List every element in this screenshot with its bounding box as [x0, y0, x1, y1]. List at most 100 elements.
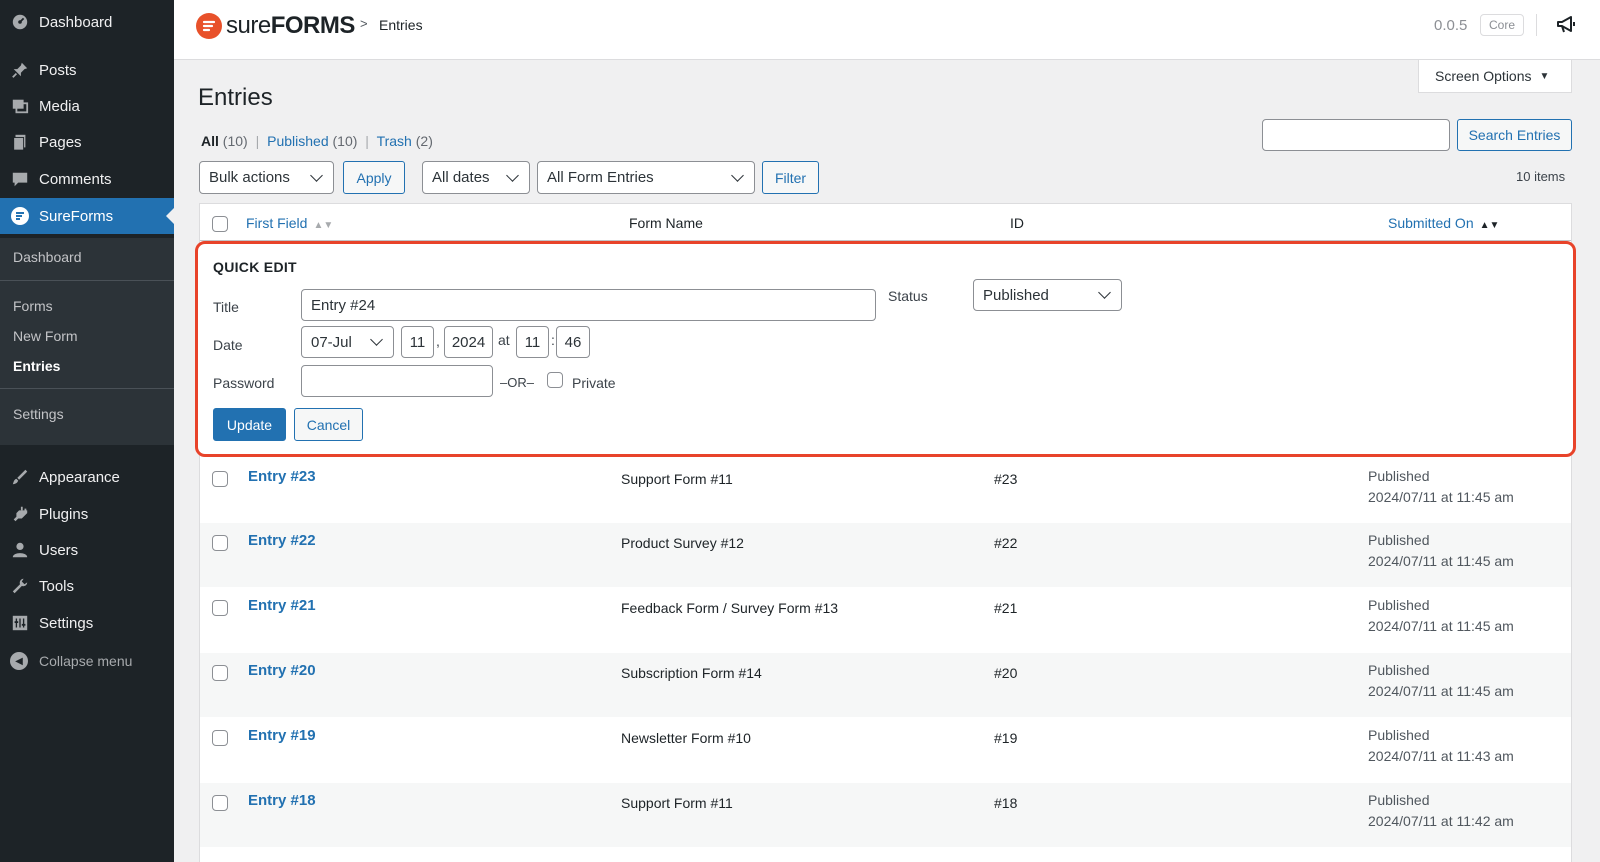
row-checkbox[interactable] — [212, 795, 228, 811]
media-icon — [10, 96, 30, 116]
menu-label: Comments — [39, 170, 112, 188]
sureforms-logo-icon — [196, 13, 222, 39]
submenu-dashboard[interactable]: Dashboard — [13, 249, 82, 265]
wrench-icon — [10, 576, 30, 596]
menu-label: Dashboard — [39, 13, 113, 31]
month-select[interactable]: 07-Jul — [301, 326, 394, 358]
plug-icon — [10, 504, 30, 524]
quick-edit-heading: QUICK EDIT — [213, 259, 297, 275]
entry-title-link[interactable]: Entry #18 — [248, 792, 316, 809]
submenu-settings[interactable]: Settings — [13, 406, 64, 422]
dates-select[interactable]: All dates — [422, 161, 530, 194]
password-label: Password — [213, 375, 275, 391]
time-colon: : — [551, 332, 555, 348]
year-input[interactable]: 2024 — [444, 326, 493, 358]
screen-options-label: Screen Options — [1435, 68, 1532, 84]
menu-label: Pages — [39, 133, 82, 151]
row-checkbox[interactable] — [212, 471, 228, 487]
menu-item-users[interactable]: Users — [0, 532, 174, 568]
sureforms-logo[interactable]: sureFORMS — [196, 12, 355, 40]
menu-item-dashboard[interactable]: Dashboard — [0, 4, 174, 40]
table-row: Entry #18 Support Form #11 #18 Published… — [200, 783, 1571, 847]
menu-item-plugins[interactable]: Plugins — [0, 496, 174, 532]
search-entries-button[interactable]: Search Entries — [1457, 119, 1572, 151]
row-checkbox[interactable] — [212, 730, 228, 746]
breadcrumb-current: Entries — [379, 17, 423, 33]
column-submitted-on[interactable]: Submitted On ▲▼ — [1388, 215, 1499, 231]
row-checkbox[interactable] — [212, 535, 228, 551]
menu-item-settings[interactable]: Settings — [0, 605, 174, 641]
collapse-icon: ◀ — [10, 652, 28, 670]
dates-value: All dates — [432, 169, 490, 186]
date-cell: 2024/07/11 at 11:42 am — [1368, 813, 1514, 829]
menu-label: Users — [39, 541, 79, 559]
pages-icon — [10, 132, 30, 152]
hour-input[interactable]: 11 — [516, 326, 549, 358]
megaphone-icon[interactable] — [1556, 15, 1578, 38]
row-checkbox[interactable] — [212, 600, 228, 616]
table-row: Entry #21 Feedback Form / Survey Form #1… — [200, 588, 1571, 652]
view-all[interactable]: All — [201, 133, 219, 149]
menu-item-appearance[interactable]: Appearance — [0, 459, 174, 495]
menu-item-sureforms[interactable]: SureForms — [0, 198, 174, 234]
status-cell: Published — [1368, 532, 1430, 548]
menu-item-pages[interactable]: Pages — [0, 124, 174, 160]
screen-options-button[interactable]: Screen Options ▼ — [1418, 60, 1572, 93]
entry-title-link[interactable]: Entry #19 — [248, 727, 316, 744]
title-input[interactable]: Entry #24 — [301, 289, 876, 321]
entry-title-link[interactable]: Entry #22 — [248, 532, 316, 549]
bulk-actions-select[interactable]: Bulk actions — [199, 161, 334, 194]
submenu-new-form[interactable]: New Form — [13, 328, 78, 344]
minute-input[interactable]: 46 — [556, 326, 590, 358]
form-name-cell: Product Survey #12 — [621, 535, 744, 551]
form-filter-select[interactable]: All Form Entries — [537, 161, 755, 194]
or-separator: –OR– — [500, 375, 534, 390]
column-id: ID — [1010, 215, 1024, 231]
status-value: Published — [983, 286, 1049, 304]
sureforms-icon — [10, 206, 30, 226]
status-select[interactable]: Published — [973, 279, 1122, 311]
filter-button[interactable]: Filter — [762, 161, 819, 194]
form-name-cell: Support Form #11 — [621, 795, 733, 811]
view-trash[interactable]: Trash — [377, 133, 412, 149]
cancel-button[interactable]: Cancel — [294, 408, 363, 441]
form-filter-value: All Form Entries — [547, 169, 654, 186]
search-input[interactable] — [1262, 119, 1450, 151]
collapse-menu-button[interactable]: ◀ Collapse menu — [10, 652, 132, 670]
status-views: All (10) | Published (10) | Trash (2) — [201, 133, 433, 149]
row-checkbox[interactable] — [212, 665, 228, 681]
entry-title-link[interactable]: Entry #21 — [248, 597, 316, 614]
apply-button[interactable]: Apply — [343, 161, 405, 194]
entry-title-link[interactable]: Entry #23 — [248, 468, 316, 485]
submenu-divider — [0, 280, 174, 281]
chevron-down-icon — [1098, 286, 1111, 299]
date-at: at — [498, 332, 510, 348]
menu-item-comments[interactable]: Comments — [0, 161, 174, 197]
status-cell: Published — [1368, 597, 1430, 613]
view-published[interactable]: Published — [267, 133, 329, 149]
update-button[interactable]: Update — [213, 408, 286, 441]
select-all-checkbox[interactable] — [212, 216, 228, 232]
id-cell: #22 — [994, 535, 1018, 551]
brush-icon — [10, 467, 30, 487]
entry-title-link[interactable]: Entry #20 — [248, 662, 316, 679]
menu-item-posts[interactable]: Posts — [0, 52, 174, 88]
form-name-cell: Subscription Form #14 — [621, 665, 762, 681]
table-row: Entry #23 Support Form #11 #23 Published… — [200, 459, 1571, 523]
menu-label: Plugins — [39, 505, 89, 523]
submenu-forms[interactable]: Forms — [13, 298, 53, 314]
date-label: Date — [213, 337, 243, 353]
private-checkbox[interactable] — [547, 372, 563, 388]
view-published-count: (10) — [332, 133, 358, 149]
column-first-field[interactable]: First Field ▲▼ — [246, 215, 333, 231]
day-input[interactable]: 11 — [401, 326, 434, 358]
admin-sidebar: Dashboard Posts Media Pages Comments Sur… — [0, 0, 174, 862]
menu-item-tools[interactable]: Tools — [0, 568, 174, 604]
date-cell: 2024/07/11 at 11:45 am — [1368, 683, 1514, 699]
dashboard-icon — [10, 12, 30, 32]
password-input[interactable] — [301, 365, 493, 397]
month-value: 07-Jul — [311, 333, 352, 351]
menu-item-media[interactable]: Media — [0, 88, 174, 124]
column-form-name: Form Name — [629, 215, 703, 231]
submenu-entries[interactable]: Entries — [13, 358, 60, 374]
